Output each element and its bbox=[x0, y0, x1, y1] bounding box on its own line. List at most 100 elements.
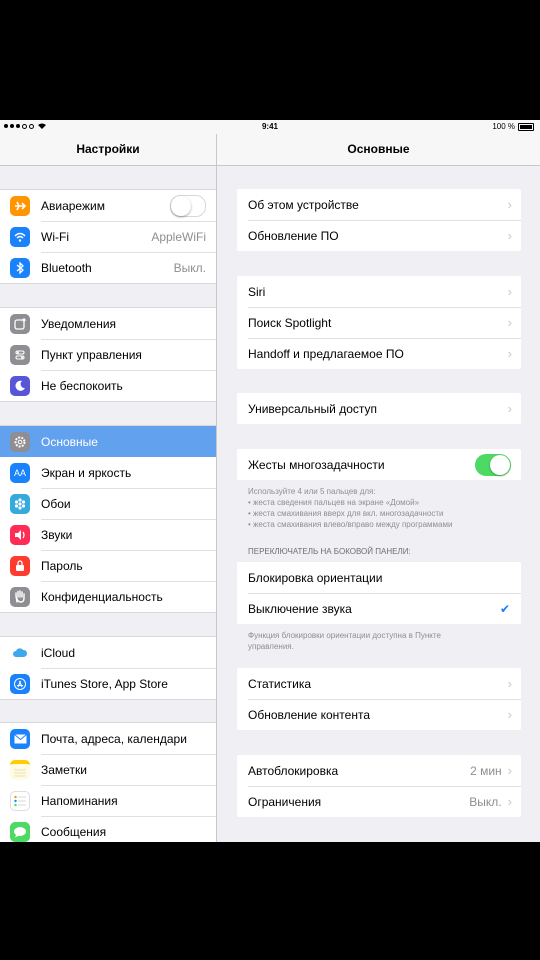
airplane-icon bbox=[10, 195, 30, 216]
sidebar-item-general[interactable]: Основные bbox=[0, 426, 216, 457]
sidebar-item-messages[interactable]: Сообщения bbox=[0, 816, 216, 842]
wifi-network-value: AppleWiFi bbox=[151, 229, 206, 244]
sidebar-item-label: Почта, адреса, календари bbox=[41, 731, 187, 746]
battery-indicator: 100 % bbox=[492, 122, 534, 131]
sidebar-item-display[interactable]: AA Экран и яркость bbox=[0, 457, 216, 488]
multitasking-gestures-toggle[interactable] bbox=[475, 453, 511, 476]
battery-percent: 100 % bbox=[492, 122, 515, 131]
row-background-refresh[interactable]: Обновление контента › bbox=[237, 699, 521, 730]
sidebar-item-label: Пункт управления bbox=[41, 347, 142, 362]
sidebar-item-label: Bluetooth bbox=[41, 260, 92, 275]
row-handoff[interactable]: Handoff и предлагаемое ПО › bbox=[237, 338, 521, 369]
checkmark-icon: ✔ bbox=[499, 601, 510, 616]
sidebar-item-label: Основные bbox=[41, 434, 98, 449]
sidebar-group-connectivity: Авиарежим Wi-Fi AppleWiFi Bluetooth Выкл… bbox=[0, 189, 216, 284]
airplane-mode-toggle[interactable] bbox=[170, 194, 206, 217]
sidebar-group-general: Основные AA Экран и яркость Обои Звуки П… bbox=[0, 425, 216, 613]
row-auto-lock[interactable]: Автоблокировка 2 мин › bbox=[237, 755, 521, 786]
auto-lock-value: 2 мин bbox=[470, 763, 502, 778]
siri-spotlight-group: Siri › Поиск Spotlight › Handoff и предл… bbox=[237, 276, 521, 369]
row-software-update[interactable]: Обновление ПО › bbox=[237, 220, 521, 251]
row-spotlight-search[interactable]: Поиск Spotlight › bbox=[237, 307, 521, 338]
control-center-icon bbox=[10, 344, 30, 365]
row-label: Блокировка ориентации bbox=[248, 570, 383, 585]
sidebar-item-control-center[interactable]: Пункт управления bbox=[0, 339, 216, 370]
sidebar-item-bluetooth[interactable]: Bluetooth Выкл. bbox=[0, 252, 216, 283]
notifications-icon bbox=[10, 313, 30, 334]
sidebar-item-do-not-disturb[interactable]: Не беспокоить bbox=[0, 370, 216, 401]
sidebar-item-notifications[interactable]: Уведомления bbox=[0, 308, 216, 339]
mail-icon bbox=[10, 728, 30, 749]
row-label: Siri bbox=[248, 284, 266, 299]
row-about-device[interactable]: Об этом устройстве › bbox=[237, 189, 521, 220]
row-label: Статистика bbox=[248, 676, 312, 691]
sidebar-group-apps: Почта, адреса, календари Заметки Напомин… bbox=[0, 722, 216, 842]
sidebar-item-label: Экран и яркость bbox=[41, 465, 132, 480]
sidebar-item-wifi[interactable]: Wi-Fi AppleWiFi bbox=[0, 221, 216, 252]
row-mute[interactable]: Выключение звука ✔ bbox=[237, 593, 521, 624]
multitasking-group: Жесты многозадачности bbox=[237, 449, 521, 480]
sidebar-group-accounts: iCloud iTunes Store, App Store bbox=[0, 636, 216, 700]
row-label: Выключение звука bbox=[248, 601, 352, 616]
wallpaper-icon bbox=[10, 493, 30, 514]
sidebar-item-icloud[interactable]: iCloud bbox=[0, 637, 216, 668]
lock-icon bbox=[10, 555, 30, 576]
sidebar-item-notes[interactable]: Заметки bbox=[0, 754, 216, 785]
sidebar-item-label: Пароль bbox=[41, 558, 83, 573]
about-update-group: Об этом устройстве › Обновление ПО › bbox=[237, 189, 521, 251]
side-switch-group: Блокировка ориентации Выключение звука ✔ bbox=[237, 562, 521, 624]
chevron-right-icon: › bbox=[507, 228, 512, 243]
general-settings-pane: Основные Об этом устройстве › Обновление… bbox=[217, 134, 540, 842]
row-accessibility[interactable]: Универсальный доступ › bbox=[237, 393, 521, 424]
sidebar-item-label: iTunes Store, App Store bbox=[41, 676, 168, 691]
sidebar-item-label: Звуки bbox=[41, 527, 73, 542]
note-line: • жеста сведения пальцев на экране «Домо… bbox=[248, 498, 420, 507]
cloud-icon bbox=[10, 642, 30, 663]
side-switch-header: ПЕРЕКЛЮЧАТЕЛЬ НА БОКОВОЙ ПАНЕЛИ: bbox=[248, 547, 411, 556]
note-line: • жеста смахивания вверх для вкл. многоз… bbox=[248, 509, 444, 518]
row-label: Жесты многозадачности bbox=[248, 457, 385, 472]
sidebar-item-privacy[interactable]: Конфиденциальность bbox=[0, 581, 216, 612]
chevron-right-icon: › bbox=[507, 707, 512, 722]
sidebar-item-reminders[interactable]: Напоминания bbox=[0, 785, 216, 816]
chevron-right-icon: › bbox=[507, 676, 512, 691]
chevron-right-icon: › bbox=[507, 315, 512, 330]
row-restrictions[interactable]: Ограничения Выкл. › bbox=[237, 786, 521, 817]
chevron-right-icon: › bbox=[507, 346, 512, 361]
sidebar-item-passcode[interactable]: Пароль bbox=[0, 550, 216, 581]
sidebar-item-sounds[interactable]: Звуки bbox=[0, 519, 216, 550]
status-bar: 9:41 100 % bbox=[0, 120, 540, 134]
sidebar-item-label: Уведомления bbox=[41, 316, 117, 331]
row-siri[interactable]: Siri › bbox=[237, 276, 521, 307]
note-line: Функция блокировки ориентации доступна в… bbox=[248, 631, 441, 640]
sidebar-item-itunes-app-store[interactable]: iTunes Store, App Store bbox=[0, 668, 216, 699]
row-label: Handoff и предлагаемое ПО bbox=[248, 346, 404, 361]
note-line: Используйте 4 или 5 пальцев для: bbox=[248, 487, 376, 496]
sidebar-item-mail[interactable]: Почта, адреса, календари bbox=[0, 723, 216, 754]
sidebar-group-notifications: Уведомления Пункт управления Не беспокои… bbox=[0, 307, 216, 402]
chevron-right-icon: › bbox=[507, 197, 512, 212]
row-label: Универсальный доступ bbox=[248, 401, 378, 416]
sidebar-item-wallpaper[interactable]: Обои bbox=[0, 488, 216, 519]
display-icon: AA bbox=[10, 462, 30, 483]
row-usage[interactable]: Статистика › bbox=[237, 668, 521, 699]
sidebar-item-label: iCloud bbox=[41, 645, 76, 660]
side-switch-note: Функция блокировки ориентации доступна в… bbox=[248, 630, 518, 652]
reminders-icon bbox=[10, 790, 30, 811]
row-multitasking-gestures: Жесты многозадачности bbox=[237, 449, 521, 480]
moon-icon bbox=[10, 375, 30, 396]
battery-icon bbox=[518, 122, 534, 131]
multitasking-note: Используйте 4 или 5 пальцев для: • жеста… bbox=[248, 486, 518, 530]
row-lock-rotation[interactable]: Блокировка ориентации bbox=[237, 562, 521, 593]
hand-icon bbox=[10, 586, 30, 607]
autolock-restrictions-group: Автоблокировка 2 мин › Ограничения Выкл.… bbox=[237, 755, 521, 817]
sidebar-item-label: Не беспокоить bbox=[41, 378, 123, 393]
notes-icon bbox=[10, 759, 30, 780]
row-label: Автоблокировка bbox=[248, 763, 339, 778]
ipad-screen: 9:41 100 % Настройки Авиарежим Wi-Fi App… bbox=[0, 120, 540, 842]
row-label: Обновление ПО bbox=[248, 228, 339, 243]
note-line: • жеста смахивания влево/вправо между пр… bbox=[248, 520, 453, 529]
sidebar-item-label: Напоминания bbox=[41, 793, 118, 808]
row-label: Об этом устройстве bbox=[248, 197, 359, 212]
sidebar-item-airplane[interactable]: Авиарежим bbox=[0, 190, 216, 221]
